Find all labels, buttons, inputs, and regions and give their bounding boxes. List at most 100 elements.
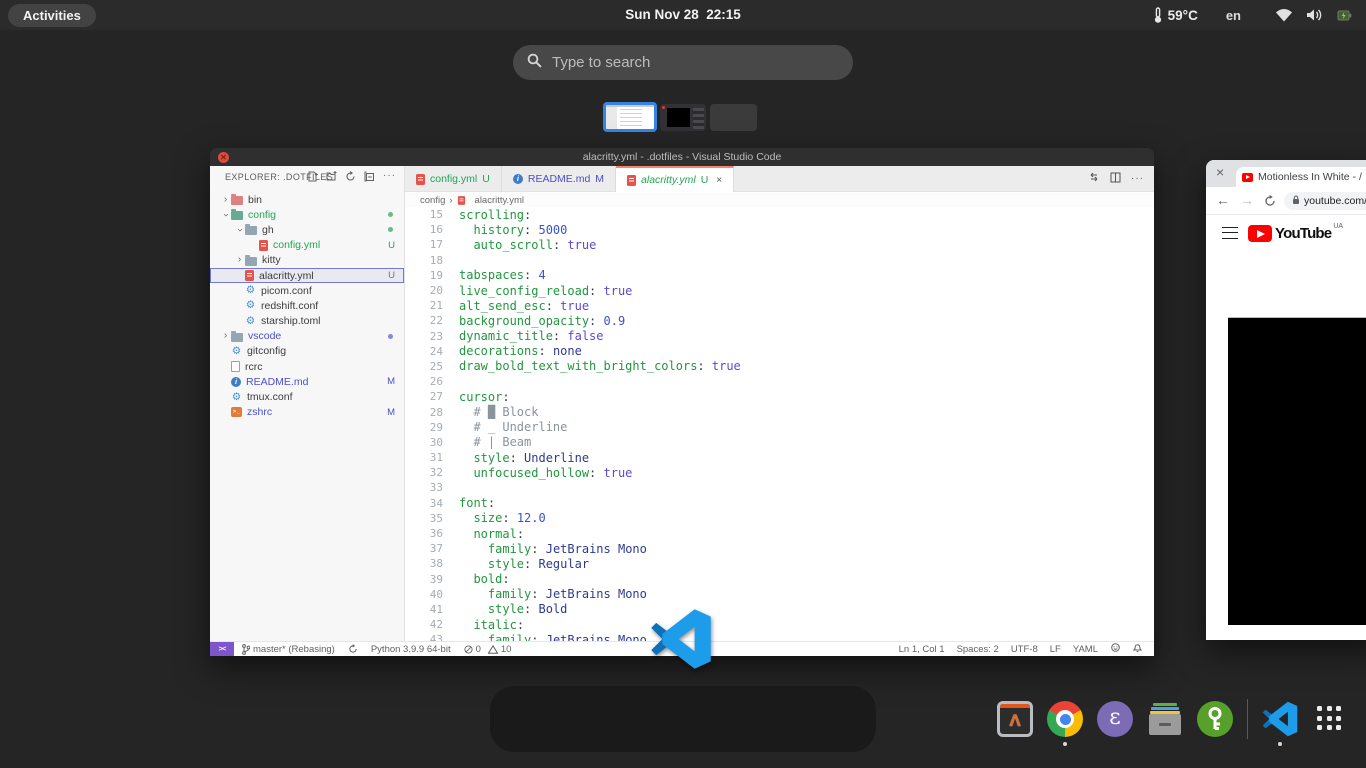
code-line-33[interactable]: 33 [405,480,1154,495]
code-line-35[interactable]: 35 size: 12.0 [405,511,1154,526]
system-status-area[interactable]: 59°C en [1153,0,1352,30]
file-archive-dock-icon[interactable] [1147,701,1183,737]
forward-icon[interactable]: → [1240,192,1254,208]
code-line-24[interactable]: 24decorations: none [405,344,1154,359]
tree-item-README.md[interactable]: iREADME.mdM [210,374,404,389]
code-line-42[interactable]: 42 italic: [405,617,1154,632]
vscode-logo-large[interactable] [650,606,712,672]
feedback-icon[interactable] [1110,643,1121,656]
code-line-22[interactable]: 22background_opacity: 0.9 [405,313,1154,328]
code-line-15[interactable]: 15scrolling: [405,207,1154,222]
alacritty-dock-icon[interactable]: Λ [997,701,1033,737]
tree-item-vscode[interactable]: ›vscode [210,329,404,344]
open-changes-icon[interactable] [1088,170,1100,188]
code-line-38[interactable]: 38 style: Regular [405,556,1154,571]
editor-tab-config.yml[interactable]: config.ymlU [405,166,502,192]
code-line-29[interactable]: 29 # _ Underline [405,420,1154,435]
code-line-19[interactable]: 19tabspaces: 4 [405,268,1154,283]
status-item[interactable]: UTF-8 [1011,644,1038,655]
tab-close-icon[interactable]: × [1216,164,1224,180]
code-line-39[interactable]: 39 bold: [405,572,1154,587]
tree-item-starship.toml[interactable]: ⚙starship.toml [210,314,404,329]
vscode-titlebar[interactable]: ✕ alacritty.yml - .dotfiles - Visual Stu… [210,148,1154,166]
breadcrumb[interactable]: config › alacritty.yml [405,193,1154,207]
chrome-dock-icon[interactable] [1047,701,1083,737]
code-line-34[interactable]: 34font: [405,496,1154,511]
code-line-40[interactable]: 40 family: JetBrains Mono [405,587,1154,602]
new-file-icon[interactable] [308,171,318,182]
tree-item-redshift.conf[interactable]: ⚙redshift.conf [210,298,404,313]
url-text[interactable]: youtube.com/wa [1304,195,1366,207]
app-grid-button[interactable] [1312,701,1348,737]
tree-item-zshrc[interactable]: >_zshrcM [210,405,404,420]
new-folder-icon[interactable] [326,171,337,181]
hamburger-menu-icon[interactable] [1222,227,1238,239]
keyboard-layout-indicator[interactable]: en [1226,8,1241,23]
more-actions-icon[interactable]: ··· [1131,173,1144,185]
breadcrumb-folder[interactable]: config [420,195,445,206]
workspace-thumbnail-1-active[interactable] [603,102,657,132]
tree-item-bin[interactable]: ›bin [210,192,404,207]
chrome-window[interactable]: × Motionless In White - / ← → youtube.co… [1206,160,1366,640]
bell-icon[interactable] [1133,642,1142,656]
passwords-keys-dock-icon[interactable] [1197,701,1233,737]
code-line-26[interactable]: 26 [405,374,1154,389]
reload-icon[interactable] [1264,194,1276,210]
split-editor-icon[interactable] [1110,170,1121,188]
code-line-28[interactable]: 28 # █ Block [405,404,1154,419]
status-item[interactable]: LF [1050,644,1061,655]
problems-status[interactable]: 0 10 [464,644,512,655]
tree-item-kitty[interactable]: ›kitty [210,253,404,268]
status-item[interactable]: Ln 1, Col 1 [899,644,945,655]
status-item[interactable]: Spaces: 2 [957,644,999,655]
git-branch-status[interactable]: master* (Rebasing) [242,644,335,655]
tree-item-picom.conf[interactable]: ⚙picom.conf [210,283,404,298]
python-interpreter-status[interactable]: Python 3.9.9 64-bit [371,644,451,655]
code-line-23[interactable]: 23dynamic_title: false [405,329,1154,344]
vscode-window[interactable]: ✕ alacritty.yml - .dotfiles - Visual Stu… [210,148,1154,656]
tree-item-gitconfig[interactable]: ⚙gitconfig [210,344,404,359]
workspace-thumbnail-3-empty[interactable] [710,104,757,131]
address-bar[interactable]: youtube.com/wa [1284,192,1366,210]
tree-item-config[interactable]: ›config [210,207,404,222]
more-actions-icon[interactable]: ··· [383,170,396,182]
tree-item-rcrc[interactable]: rcrc [210,359,404,374]
search-bar[interactable] [513,45,853,80]
code-line-17[interactable]: 17 auto_scroll: true [405,237,1154,252]
code-line-18[interactable]: 18 [405,253,1154,268]
remote-indicator[interactable]: >< [210,642,234,656]
editor-tab-alacritty.yml[interactable]: alacritty.ymlU× [616,166,734,192]
code-line-16[interactable]: 16 history: 5000 [405,222,1154,237]
tree-item-config.yml[interactable]: config.ymlU [210,238,404,253]
tree-item-tmux.conf[interactable]: ⚙tmux.conf [210,389,404,404]
code-line-37[interactable]: 37 family: JetBrains Mono [405,541,1154,556]
tree-item-gh[interactable]: ›gh [210,222,404,237]
workspace-thumbnail-2[interactable] [660,104,706,131]
tab-close-icon[interactable]: × [716,175,722,186]
code-editor[interactable]: 15scrolling:16 history: 500017 auto_scro… [405,207,1154,641]
code-line-27[interactable]: 27cursor: [405,389,1154,404]
code-line-25[interactable]: 25draw_bold_text_with_bright_colors: tru… [405,359,1154,374]
code-line-20[interactable]: 20live_config_reload: true [405,283,1154,298]
code-line-32[interactable]: 32 unfocused_hollow: true [405,465,1154,480]
code-line-41[interactable]: 41 style: Bold [405,602,1154,617]
editor-tab-README.md[interactable]: iREADME.mdM [502,166,616,192]
code-line-30[interactable]: 30 # | Beam [405,435,1154,450]
emacs-dock-icon[interactable]: ε [1097,701,1133,737]
code-line-36[interactable]: 36 normal: [405,526,1154,541]
status-item[interactable]: YAML [1073,644,1098,655]
tree-item-alacritty.yml[interactable]: alacritty.ymlU [210,268,404,283]
breadcrumb-file[interactable]: alacritty.yml [475,195,524,206]
chrome-active-tab[interactable]: Motionless In White - / [1236,167,1366,187]
refresh-icon[interactable] [345,171,356,182]
sync-icon[interactable] [348,644,358,654]
collapse-all-icon[interactable] [364,171,375,182]
back-icon[interactable]: ← [1216,192,1230,208]
video-player[interactable] [1228,318,1366,625]
vscode-dock-icon[interactable] [1262,701,1298,737]
code-line-21[interactable]: 21alt_send_esc: true [405,298,1154,313]
search-input[interactable] [552,54,839,71]
youtube-logo[interactable]: YouTube UA [1248,223,1343,242]
code-line-43[interactable]: 43 family: JetBrains Mono [405,632,1154,641]
code-line-31[interactable]: 31 style: Underline [405,450,1154,465]
